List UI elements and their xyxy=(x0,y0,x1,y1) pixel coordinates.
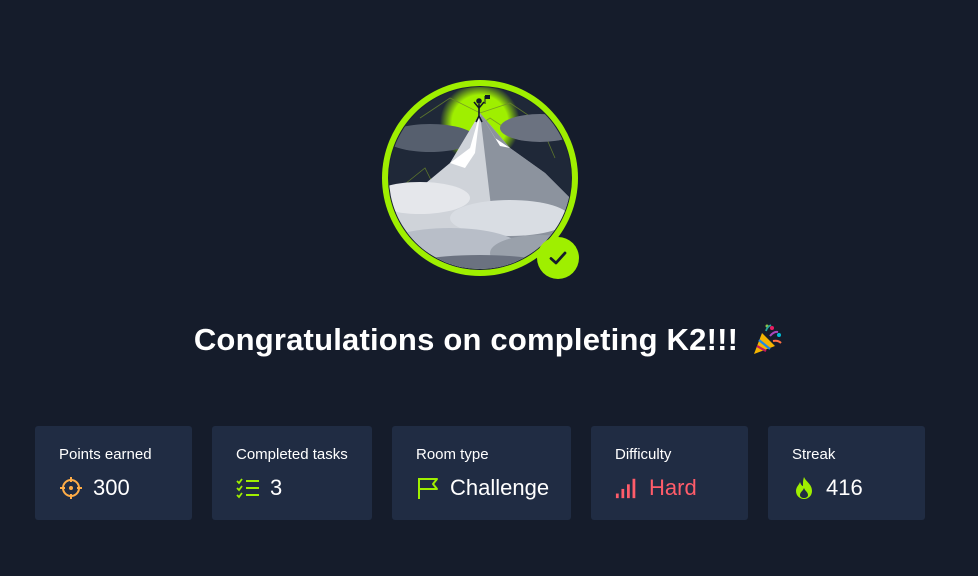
stat-label: Streak xyxy=(792,446,836,463)
checkmark-icon xyxy=(549,251,567,265)
stat-value: Challenge xyxy=(450,475,550,500)
stat-label: Room type xyxy=(416,446,489,463)
stat-value: 300 xyxy=(93,475,130,500)
checklist-icon xyxy=(236,476,260,500)
completed-check xyxy=(537,237,579,279)
completion-title-text: Congratulations on completing K2!!! xyxy=(193,322,739,357)
stat-label: Points earned xyxy=(59,446,152,463)
stat-card-room-type: Room type Challenge xyxy=(392,426,571,520)
stat-value: Hard xyxy=(649,475,697,500)
stat-card-tasks: Completed tasks 3 xyxy=(212,426,372,520)
completion-title: Congratulations on completing K2!!! xyxy=(0,322,978,358)
flame-icon xyxy=(792,476,816,500)
signal-bars-icon xyxy=(615,476,639,500)
stat-value: 416 xyxy=(826,475,863,500)
stat-value: 3 xyxy=(270,475,283,500)
stat-card-streak: Streak 416 xyxy=(768,426,925,520)
flag-icon xyxy=(416,476,440,500)
target-icon xyxy=(59,476,83,500)
stat-card-difficulty: Difficulty Hard xyxy=(591,426,748,520)
stat-label: Completed tasks xyxy=(236,446,348,463)
stat-label: Difficulty xyxy=(615,446,672,463)
stat-card-points: Points earned 300 xyxy=(35,426,192,520)
party-popper-icon xyxy=(754,324,782,354)
